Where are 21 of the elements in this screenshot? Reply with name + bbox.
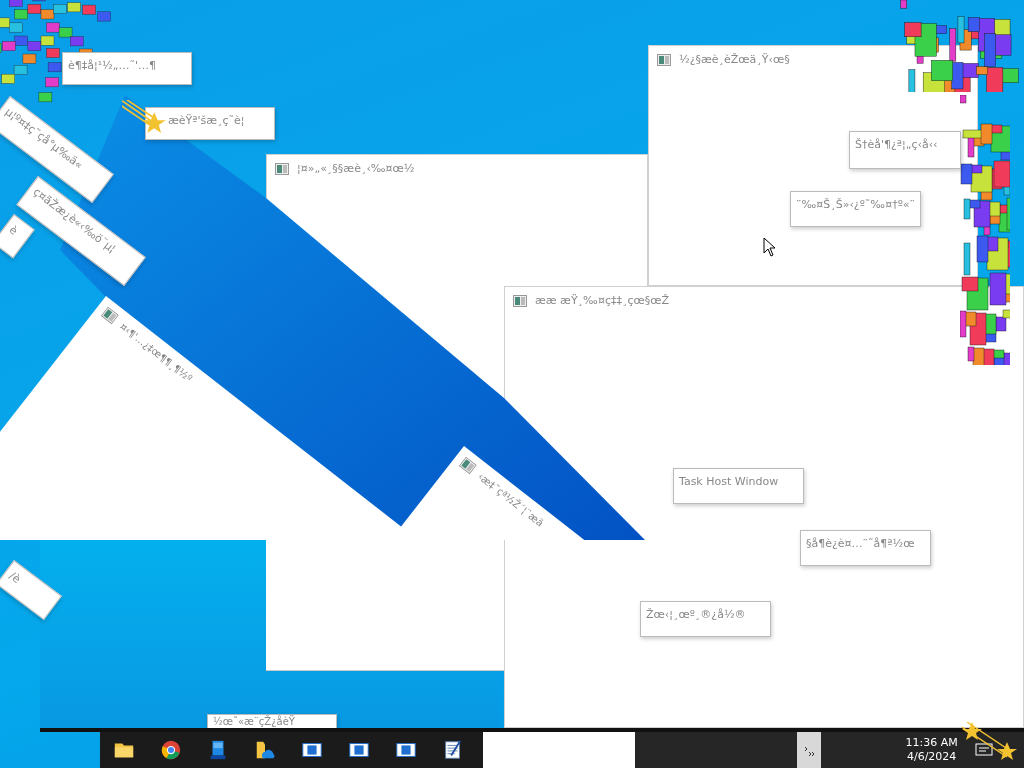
floating-label: è bbox=[0, 214, 35, 259]
window-icon bbox=[513, 294, 527, 307]
floating-label: ¨‰¤Š¸Š»‹¿º˜‰¤†º«¨ bbox=[790, 191, 921, 227]
window-icon bbox=[100, 306, 120, 325]
window-icon bbox=[657, 53, 671, 66]
floating-label: Žœ‹¦¸œº¸®¿å½® bbox=[640, 601, 771, 637]
window-title: ææ æŸ¸‰¤ç‡‡¸çœ§œŽ bbox=[535, 294, 669, 307]
floating-label: Š†èå'¶¿ª¦„ç‹å‹‹ bbox=[849, 131, 961, 169]
window-icon bbox=[458, 456, 478, 475]
window-icon bbox=[275, 162, 289, 175]
clock[interactable]: 11:36 AM 4/6/2024 bbox=[895, 732, 968, 768]
floating-label: æèŸª'šæ¸ç˜è¦ bbox=[145, 107, 275, 140]
cursor-icon bbox=[763, 237, 775, 257]
clock-date: 4/6/2024 bbox=[906, 750, 957, 764]
window-title: ½¿§æè¸èŽœä¸Ÿ‹œ§ bbox=[679, 53, 790, 66]
floating-label: è¶‡å¦¹½„…˜'…¶ bbox=[62, 52, 192, 85]
clock-time: 11:36 AM bbox=[905, 736, 958, 750]
floating-label: §å¶è¿è¤…¨˜å¶ª½œ bbox=[800, 530, 931, 566]
floating-label: Task Host Window bbox=[673, 468, 804, 504]
shooting-star-icon bbox=[122, 100, 168, 136]
window-title: ¦¤»„«¸§§æè¸‹‰¤œ½ bbox=[297, 162, 415, 175]
